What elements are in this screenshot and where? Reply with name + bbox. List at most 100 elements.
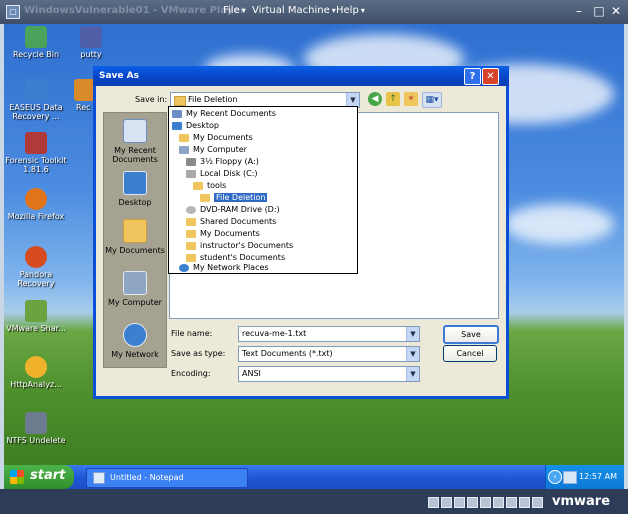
folder-icon (186, 217, 196, 226)
desktop-icon-pandora-recovery[interactable]: Pandora Recovery (4, 246, 68, 288)
place-desktop[interactable]: Desktop (104, 171, 166, 207)
desktop-icon-putty[interactable]: putty (59, 26, 123, 59)
maximize-button[interactable]: □ (592, 4, 606, 18)
chevron-down-icon: ▾ (241, 6, 246, 15)
vmware-menu-file[interactable]: File ▾ (223, 5, 246, 16)
save-button[interactable]: Save (443, 325, 499, 344)
views-menu-icon[interactable]: ▦▾ (422, 92, 442, 108)
save-as-type-select[interactable]: Text Documents (*.txt) ▼ (238, 346, 420, 362)
dropdown-item-local-disk[interactable]: Local Disk (C:) (186, 168, 258, 179)
file-name-input[interactable]: recuva-me-1.txt ▼ (238, 326, 420, 342)
dropdown-item-tools[interactable]: tools (193, 180, 226, 191)
save-in-dropdown: My Recent Documents Desktop My Documents… (168, 106, 358, 274)
device-usb-icon[interactable] (480, 497, 491, 508)
place-my-recent-documents[interactable]: My Recent Documents (104, 119, 166, 164)
desktop-icon-ntfs-undelete[interactable]: NTFS Undelete (4, 412, 68, 445)
httpanalyzer-icon (25, 356, 47, 378)
chevron-down-icon[interactable]: ▼ (346, 93, 359, 107)
vmware-menu-virtual-machine[interactable]: Virtual Machine ▾ (252, 5, 336, 16)
network-icon (179, 263, 189, 272)
putty-icon (80, 26, 102, 48)
dropdown-item-desktop[interactable]: Desktop (172, 120, 219, 131)
device-printer-icon[interactable] (506, 497, 517, 508)
file-name-label: File name: (171, 329, 213, 338)
device-network-icon[interactable] (467, 497, 478, 508)
clock: 12:57 AM (579, 472, 617, 481)
dropdown-item-shared-documents[interactable]: Shared Documents (186, 216, 276, 227)
device-sound-icon[interactable] (493, 497, 504, 508)
vmware-menu-help[interactable]: Help ▾ (336, 5, 365, 16)
desktop-icon-firefox[interactable]: Mozilla Firefox (4, 188, 68, 221)
place-my-computer[interactable]: My Computer (104, 271, 166, 307)
desktop-icon-forensic-toolkit[interactable]: Forensic Toolkit 1.81.6 (4, 132, 68, 174)
windows-flag-icon (10, 470, 24, 484)
save-as-type-label: Save as type: (171, 349, 226, 358)
computer-icon (179, 145, 189, 154)
desktop-icon-httpanalyzer[interactable]: HttpAnalyz... (4, 356, 68, 389)
folder-open-icon (200, 193, 210, 202)
device-hdd-icon[interactable] (428, 497, 439, 508)
recent-docs-icon (172, 109, 182, 118)
ntfs-undelete-icon (25, 412, 47, 434)
encoding-label: Encoding: (171, 369, 211, 378)
cancel-button[interactable]: Cancel (443, 345, 497, 362)
device-message-icon[interactable] (532, 497, 543, 508)
chevron-down-icon[interactable]: ▼ (406, 327, 419, 341)
dropdown-item-floppy[interactable]: 3½ Floppy (A:) (186, 156, 259, 167)
dropdown-item-my-documents[interactable]: My Documents (179, 132, 253, 143)
desktop-icon (172, 121, 182, 130)
recent-docs-icon (123, 119, 147, 143)
vmware-window-title: WindowsVulnerable01 - VMware Player (24, 5, 246, 16)
up-folder-icon[interactable]: ↑ (386, 92, 400, 106)
chevron-down-icon[interactable]: ▼ (406, 347, 419, 361)
folder-icon (186, 241, 196, 250)
vmware-logo-icon: ▢ (6, 5, 20, 19)
taskbar-item-notepad[interactable]: Untitled - Notepad (86, 468, 248, 488)
desktop-icon-recovery[interactable]: Rec (54, 79, 96, 112)
desktop-icon-vmware-share[interactable]: VMware Shar... (4, 300, 68, 333)
disk-icon (186, 169, 196, 178)
vmware-share-icon (25, 300, 47, 322)
network-tray-icon[interactable] (563, 471, 577, 484)
device-display-icon[interactable] (519, 497, 530, 508)
save-in-value: File Deletion (188, 95, 238, 104)
folder-open-icon (193, 181, 203, 190)
computer-icon (123, 271, 147, 295)
device-floppy-icon[interactable] (454, 497, 465, 508)
encoding-select[interactable]: ANSI ▼ (238, 366, 420, 382)
start-button[interactable]: start (4, 465, 74, 489)
firefox-icon (25, 188, 47, 210)
folder-icon (179, 133, 189, 142)
place-my-network[interactable]: My Network (104, 323, 166, 359)
dropdown-item-dvd-ram-drive[interactable]: DVD-RAM Drive (D:) (186, 204, 280, 215)
minimize-button[interactable]: – (572, 4, 586, 18)
help-button[interactable]: ? (464, 68, 481, 85)
dvd-icon (186, 205, 196, 214)
dropdown-item-file-deletion[interactable]: File Deletion (200, 192, 268, 203)
show-hidden-icons-icon[interactable]: ‹ (548, 470, 562, 484)
folder-open-icon (174, 96, 186, 106)
back-icon[interactable]: ◀ (368, 92, 382, 106)
save-in-label: Save in: (135, 95, 168, 104)
place-my-documents[interactable]: My Documents (104, 219, 166, 255)
dropdown-item-instructors-documents[interactable]: instructor's Documents (186, 240, 293, 251)
folder-icon (186, 253, 196, 262)
notepad-icon (93, 471, 105, 484)
dropdown-item-my-computer[interactable]: My Computer (179, 144, 247, 155)
close-button[interactable]: ✕ (609, 4, 623, 18)
chevron-down-icon: ▾ (360, 6, 365, 15)
dropdown-item-my-network-places[interactable]: My Network Places (179, 262, 269, 273)
dropdown-item-my-recent-documents[interactable]: My Recent Documents (172, 108, 276, 119)
pandora-icon (25, 246, 47, 268)
my-documents-icon (123, 219, 147, 243)
new-folder-icon[interactable]: ✶ (404, 92, 418, 106)
chevron-down-icon[interactable]: ▼ (406, 367, 419, 381)
dialog-title-bar: Save As ? ✕ (93, 66, 509, 86)
forensic-toolkit-icon (25, 132, 47, 154)
floppy-icon (186, 157, 196, 166)
dialog-title: Save As (99, 71, 139, 81)
device-cdrom-icon[interactable] (441, 497, 452, 508)
dropdown-item-my-documents-2[interactable]: My Documents (186, 228, 260, 239)
vmware-status-bar: vmware (0, 489, 628, 514)
dialog-close-button[interactable]: ✕ (482, 68, 499, 85)
